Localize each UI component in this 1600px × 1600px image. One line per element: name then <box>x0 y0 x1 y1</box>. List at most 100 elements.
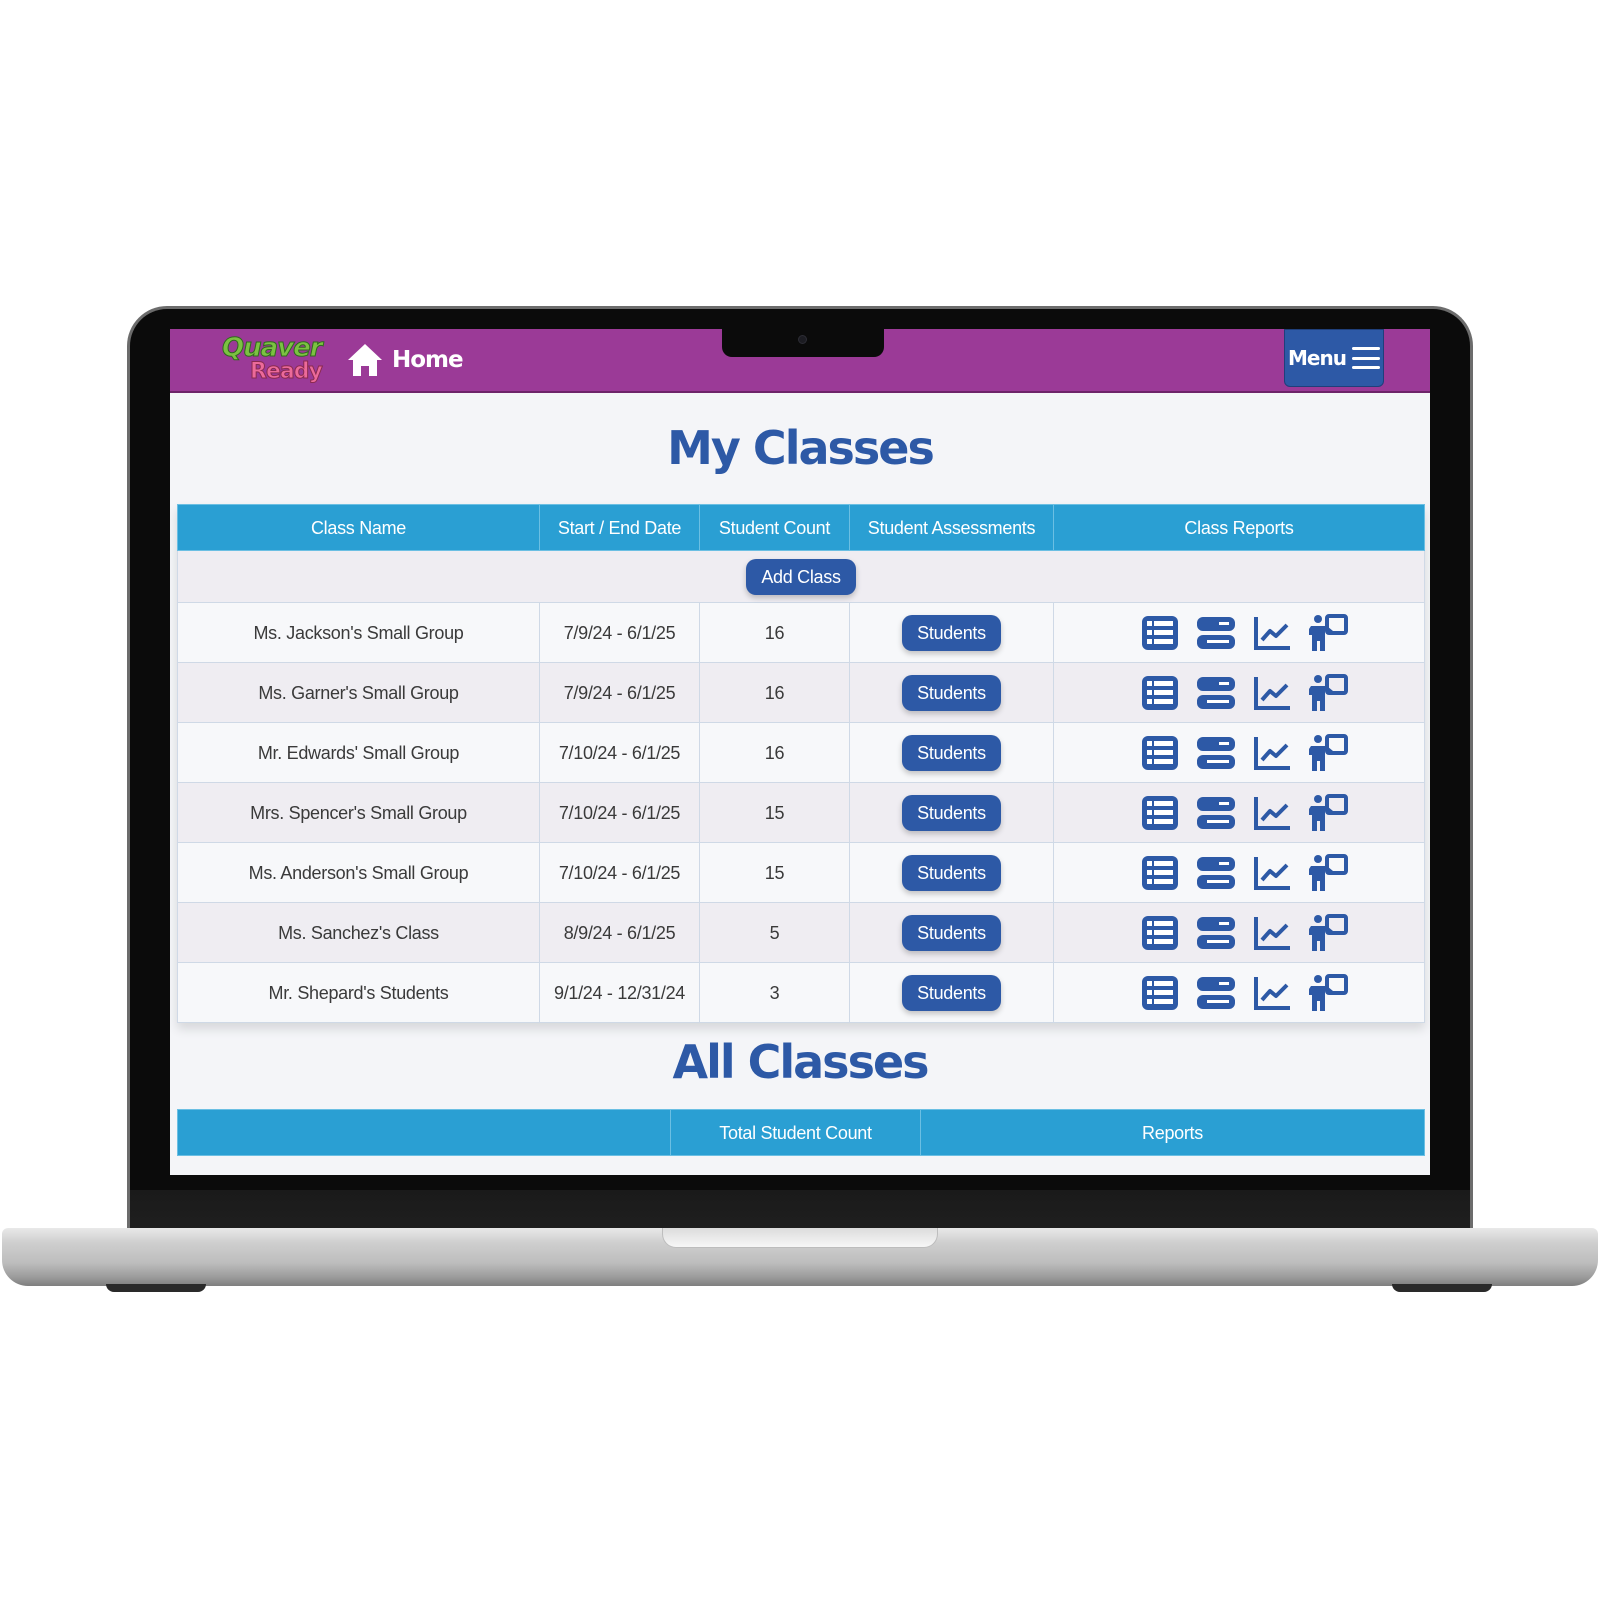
teacher-board-icon[interactable] <box>1307 973 1349 1013</box>
table-list-icon[interactable] <box>1139 733 1181 773</box>
table-list-icon[interactable] <box>1139 973 1181 1013</box>
class-name-cell: Mr. Shepard's Students <box>177 962 540 1023</box>
server-rows-icon[interactable] <box>1195 733 1237 773</box>
class-row: Ms. Garner's Small Group 7/9/24 - 6/1/25… <box>177 662 1425 723</box>
column-header-class-reports: Class Reports <box>1053 504 1425 551</box>
class-reports-cell <box>1053 602 1425 663</box>
all-classes-title: All Classes <box>672 1035 929 1089</box>
assessments-cell: Students <box>849 602 1054 663</box>
server-rows-icon[interactable] <box>1195 613 1237 653</box>
server-rows-icon[interactable] <box>1195 973 1237 1013</box>
class-dates-cell: 7/9/24 - 6/1/25 <box>539 602 700 663</box>
teacher-board-icon[interactable] <box>1307 853 1349 893</box>
assessments-cell: Students <box>849 842 1054 903</box>
teacher-board-icon[interactable] <box>1307 793 1349 833</box>
assessments-cell: Students <box>849 662 1054 723</box>
assessments-cell: Students <box>849 782 1054 843</box>
class-name-cell: Ms. Garner's Small Group <box>177 662 540 723</box>
class-reports-cell <box>1053 662 1425 723</box>
home-label: Home <box>392 346 464 373</box>
server-rows-icon[interactable] <box>1195 853 1237 893</box>
student-count-cell: 3 <box>699 962 850 1023</box>
line-chart-icon[interactable] <box>1251 913 1293 953</box>
class-name-cell: Mr. Edwards' Small Group <box>177 722 540 783</box>
line-chart-icon[interactable] <box>1251 853 1293 893</box>
add-class-row: Add Class <box>177 550 1425 603</box>
assessments-cell: Students <box>849 722 1054 783</box>
laptop-foot-right <box>1392 1284 1492 1292</box>
my-classes-title: My Classes <box>667 421 935 475</box>
line-chart-icon[interactable] <box>1251 613 1293 653</box>
hamburger-icon <box>1351 347 1380 369</box>
all-classes-header-row: Total Student Count Reports <box>177 1109 1425 1156</box>
logo-text-bottom: Ready <box>250 359 324 384</box>
laptop-base-notch <box>662 1228 938 1248</box>
students-button[interactable]: Students <box>902 734 1001 771</box>
column-header-student-count: Student Count <box>699 504 850 551</box>
screen: Quaver Ready Home Menu My Classes Class … <box>170 329 1430 1175</box>
class-name-cell: Ms. Anderson's Small Group <box>177 842 540 903</box>
student-count-cell: 15 <box>699 842 850 903</box>
table-list-icon[interactable] <box>1139 673 1181 713</box>
table-list-icon[interactable] <box>1139 853 1181 893</box>
my-classes-table: Class Name Start / End Date Student Coun… <box>177 504 1425 1023</box>
line-chart-icon[interactable] <box>1251 973 1293 1013</box>
column-header-reports: Reports <box>920 1109 1425 1156</box>
class-reports-cell <box>1053 842 1425 903</box>
teacher-board-icon[interactable] <box>1307 673 1349 713</box>
students-button[interactable]: Students <box>902 914 1001 951</box>
server-rows-icon[interactable] <box>1195 913 1237 953</box>
column-header-total-student-count: Total Student Count <box>670 1109 921 1156</box>
table-list-icon[interactable] <box>1139 793 1181 833</box>
server-rows-icon[interactable] <box>1195 673 1237 713</box>
students-button[interactable]: Students <box>902 794 1001 831</box>
laptop-chin <box>130 1190 1470 1230</box>
class-dates-cell: 7/9/24 - 6/1/25 <box>539 662 700 723</box>
class-row: Ms. Anderson's Small Group 7/10/24 - 6/1… <box>177 842 1425 903</box>
students-button[interactable]: Students <box>902 614 1001 651</box>
line-chart-icon[interactable] <box>1251 793 1293 833</box>
camera-notch <box>722 329 884 357</box>
students-button[interactable]: Students <box>902 854 1001 891</box>
column-header-blank <box>177 1109 671 1156</box>
class-reports-cell <box>1053 782 1425 843</box>
table-list-icon[interactable] <box>1139 613 1181 653</box>
assessments-cell: Students <box>849 902 1054 963</box>
quaver-ready-logo[interactable]: Quaver Ready <box>222 335 324 387</box>
class-reports-cell <box>1053 722 1425 783</box>
student-count-cell: 15 <box>699 782 850 843</box>
report-icons <box>1054 673 1424 713</box>
add-class-button[interactable]: Add Class <box>746 558 856 595</box>
student-count-cell: 16 <box>699 602 850 663</box>
all-classes-table: Total Student Count Reports <box>177 1109 1425 1156</box>
class-reports-cell <box>1053 902 1425 963</box>
report-icons <box>1054 913 1424 953</box>
students-button[interactable]: Students <box>902 974 1001 1011</box>
camera-icon <box>798 335 807 344</box>
server-rows-icon[interactable] <box>1195 793 1237 833</box>
class-name-cell: Mrs. Spencer's Small Group <box>177 782 540 843</box>
student-count-cell: 5 <box>699 902 850 963</box>
assessments-cell: Students <box>849 962 1054 1023</box>
teacher-board-icon[interactable] <box>1307 613 1349 653</box>
table-header-row: Class Name Start / End Date Student Coun… <box>177 504 1425 551</box>
class-row: Mr. Shepard's Students 9/1/24 - 12/31/24… <box>177 962 1425 1023</box>
menu-button[interactable]: Menu <box>1284 329 1384 387</box>
home-link[interactable]: Home <box>346 339 464 381</box>
students-button[interactable]: Students <box>902 674 1001 711</box>
report-icons <box>1054 733 1424 773</box>
column-header-class-name: Class Name <box>177 504 540 551</box>
class-row: Ms. Jackson's Small Group 7/9/24 - 6/1/2… <box>177 602 1425 663</box>
teacher-board-icon[interactable] <box>1307 733 1349 773</box>
teacher-board-icon[interactable] <box>1307 913 1349 953</box>
class-name-cell: Ms. Sanchez's Class <box>177 902 540 963</box>
class-name-cell: Ms. Jackson's Small Group <box>177 602 540 663</box>
student-count-cell: 16 <box>699 722 850 783</box>
column-header-dates: Start / End Date <box>539 504 700 551</box>
class-dates-cell: 8/9/24 - 6/1/25 <box>539 902 700 963</box>
laptop-foot-left <box>106 1284 206 1292</box>
line-chart-icon[interactable] <box>1251 673 1293 713</box>
student-count-cell: 16 <box>699 662 850 723</box>
table-list-icon[interactable] <box>1139 913 1181 953</box>
line-chart-icon[interactable] <box>1251 733 1293 773</box>
